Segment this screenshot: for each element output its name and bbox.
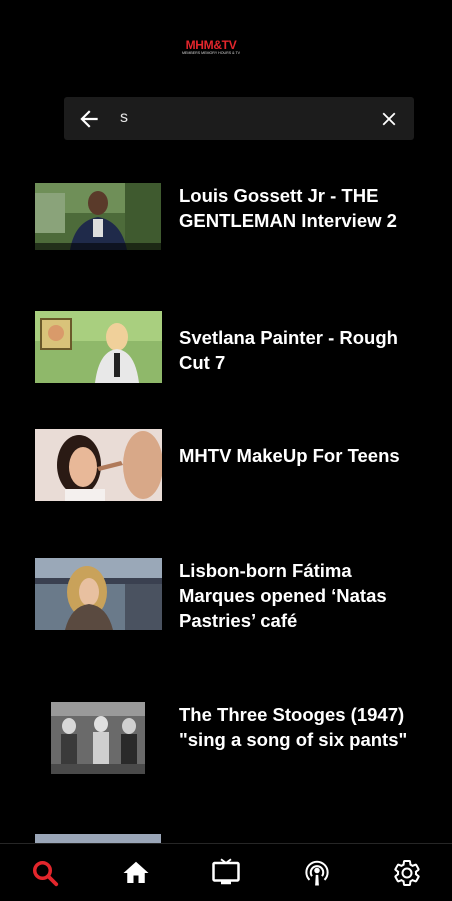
bottom-nav	[0, 843, 452, 901]
podcast-icon[interactable]	[302, 858, 332, 888]
video-thumbnail[interactable]	[35, 183, 161, 250]
result-item[interactable]: Svetlana Painter - Rough Cut 7	[0, 311, 452, 386]
search-results-list: Louis Gossett Jr - THE GENTLEMAN Intervi…	[0, 0, 452, 843]
video-thumbnail[interactable]	[35, 429, 162, 501]
video-thumbnail[interactable]	[35, 311, 162, 383]
tv-icon[interactable]	[211, 858, 241, 888]
result-item[interactable]: The Three Stooges (1947) "sing a song of…	[0, 702, 452, 797]
video-thumbnail[interactable]	[35, 558, 162, 630]
home-icon[interactable]	[121, 858, 151, 888]
result-title[interactable]: Lisbon-born Fátima Marques opened ‘Natas…	[179, 558, 419, 633]
search-icon[interactable]	[30, 858, 60, 888]
result-item[interactable]: Louis Gossett Jr - THE GENTLEMAN Intervi…	[0, 183, 452, 278]
video-thumbnail[interactable]	[35, 832, 161, 843]
result-title[interactable]: The Three Stooges (1947) "sing a song of…	[179, 702, 419, 752]
gear-icon[interactable]	[392, 858, 422, 888]
video-thumbnail[interactable]	[51, 702, 145, 774]
result-title[interactable]: Louis Gossett Jr - THE GENTLEMAN Intervi…	[179, 183, 419, 233]
result-title[interactable]: MHTV MakeUp For Teens	[179, 443, 419, 468]
result-item[interactable]: Lisbon-born Fátima Marques opened ‘Natas…	[0, 558, 452, 653]
result-title[interactable]: Svetlana Painter - Rough Cut 7	[179, 325, 419, 375]
result-item[interactable]: MHTV MakeUp For Teens	[0, 429, 452, 504]
